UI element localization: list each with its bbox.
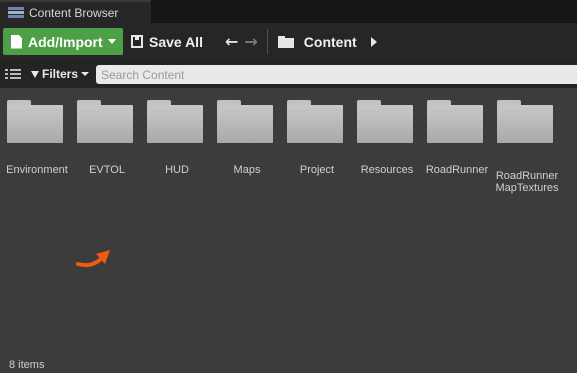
- folder-label: RoadRunner MapTextures: [495, 170, 559, 194]
- add-import-button[interactable]: Add/Import: [3, 28, 123, 55]
- toolbar: Add/Import Save All ← → Content: [0, 23, 577, 60]
- path-chevron-right-icon[interactable]: [370, 36, 377, 47]
- filter-bar: Filters: [0, 60, 577, 88]
- path-crumb-content[interactable]: Content: [304, 34, 357, 50]
- folder-icon: [427, 100, 483, 145]
- folder-item[interactable]: RoadRunner MapTextures: [492, 98, 562, 198]
- folder-label: RoadRunner: [425, 164, 489, 176]
- folder-item[interactable]: Project: [282, 98, 352, 198]
- filters-label: Filters: [42, 67, 79, 81]
- folder-icon: [77, 100, 133, 145]
- history-navigation: ← →: [225, 32, 258, 51]
- search-input[interactable]: [96, 65, 577, 84]
- filters-button[interactable]: Filters: [31, 67, 90, 81]
- folder-icon: [217, 100, 273, 145]
- folder-item[interactable]: Environment: [2, 98, 72, 198]
- funnel-icon: [31, 70, 39, 78]
- folder-icon: [357, 100, 413, 145]
- item-count: 8 items: [9, 359, 45, 371]
- save-icon: [131, 35, 143, 48]
- folder-item[interactable]: EVTOL: [72, 98, 142, 198]
- content-browser-window: Content Browser Add/Import Save All ← → …: [0, 0, 577, 373]
- asset-view: Environment EVTOL HUD Maps Project Resou…: [0, 88, 577, 373]
- tab-strip: Content Browser: [0, 0, 577, 23]
- folder-label: Project: [299, 164, 335, 176]
- folder-item[interactable]: HUD: [142, 98, 212, 198]
- tab-content-browser[interactable]: Content Browser: [0, 0, 151, 23]
- save-all-button[interactable]: Save All: [131, 28, 203, 55]
- folder-label: EVTOL: [89, 164, 125, 176]
- folder-item[interactable]: Resources: [352, 98, 422, 198]
- folder-icon: [7, 100, 63, 145]
- toolbar-divider: [266, 29, 268, 54]
- save-all-label: Save All: [149, 33, 203, 50]
- sources-panel-toggle-icon[interactable]: [5, 67, 21, 81]
- add-import-label: Add/Import: [28, 33, 103, 50]
- folder-label: HUD: [165, 164, 189, 176]
- tab-title: Content Browser: [29, 5, 119, 20]
- annotation-arrow-icon: [76, 250, 110, 268]
- chevron-down-icon: [107, 39, 116, 44]
- forward-arrow-icon[interactable]: →: [244, 32, 257, 51]
- folder-open-icon: [277, 35, 294, 48]
- folder-icon: [147, 100, 203, 145]
- folder-label: Resources: [360, 164, 414, 176]
- back-arrow-icon[interactable]: ←: [225, 32, 238, 51]
- folder-icon: [497, 100, 553, 145]
- new-file-icon: [11, 34, 22, 49]
- folder-icon: [287, 100, 343, 145]
- folder-label: Maps: [233, 164, 261, 176]
- chevron-down-icon: [81, 72, 90, 76]
- folder-item[interactable]: Maps: [212, 98, 282, 198]
- folder-item[interactable]: RoadRunner: [422, 98, 492, 198]
- folder-label: Environment: [6, 164, 68, 176]
- content-browser-icon: [8, 6, 24, 19]
